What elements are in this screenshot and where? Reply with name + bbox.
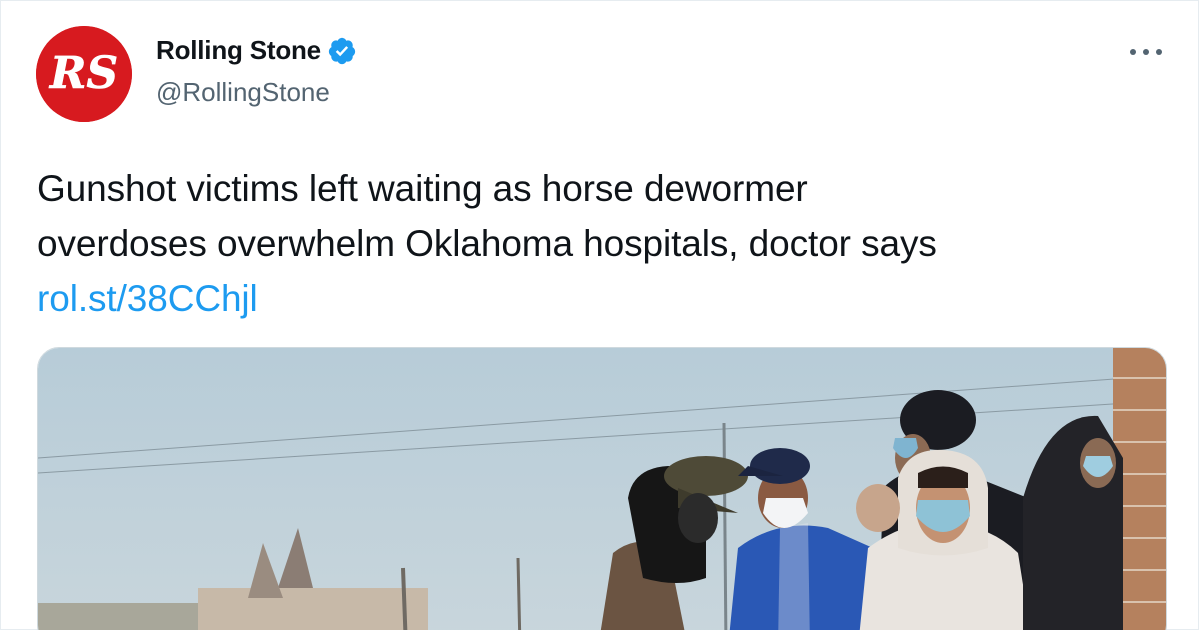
news-photo-image: [38, 348, 1166, 630]
tweet-card[interactable]: RS Rolling Stone @RollingStone Gunshot v…: [0, 0, 1199, 630]
tweet-media-photo[interactable]: [37, 347, 1167, 630]
author-handle[interactable]: @RollingStone: [156, 77, 330, 108]
avatar-logo-text: RS: [48, 48, 118, 99]
author-name-row[interactable]: Rolling Stone: [156, 35, 357, 66]
more-horizontal-icon: [1130, 49, 1162, 55]
avatar[interactable]: RS: [36, 26, 132, 122]
rolling-stone-logo-icon: RS: [36, 26, 132, 122]
more-options-button[interactable]: [1126, 39, 1166, 65]
tweet-text: Gunshot victims left waiting as horse de…: [37, 161, 1177, 326]
author-display-name[interactable]: Rolling Stone: [156, 35, 321, 66]
tweet-text-line-1: Gunshot victims left waiting as horse de…: [37, 168, 808, 209]
tweet-text-line-2: overdoses overwhelm Oklahoma hospitals, …: [37, 223, 937, 264]
tweet-link[interactable]: rol.st/38CChjl: [37, 271, 1177, 326]
verified-badge-icon: [328, 37, 356, 64]
